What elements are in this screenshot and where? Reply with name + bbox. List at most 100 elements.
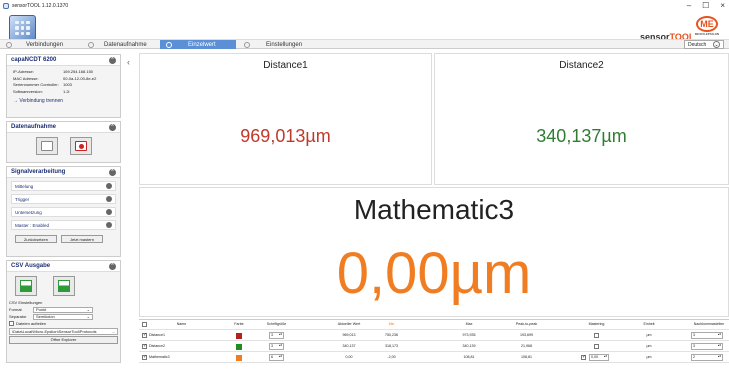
- table-header: Name Farbe Schriftgröße Aktueller Wert M…: [139, 320, 729, 330]
- record-icon: [74, 141, 87, 151]
- signal-item-trigger[interactable]: Trigger: [11, 194, 116, 204]
- close-button[interactable]: ×: [720, 1, 725, 10]
- tab-einstellungen[interactable]: Einstellungen: [238, 40, 318, 49]
- csv-save-button[interactable]: [53, 276, 75, 296]
- mastering-value[interactable]: 0,00: [589, 354, 609, 361]
- csv-export-button[interactable]: [15, 276, 37, 296]
- chevron-down-icon: ⌄: [86, 313, 90, 319]
- row-checkbox[interactable]: [142, 354, 147, 360]
- tab-icon: [88, 41, 94, 48]
- row-current: 969,013: [342, 333, 356, 337]
- signal-item-master[interactable]: Master : Enabled: [11, 220, 116, 230]
- language-select[interactable]: Deutsch ⌄: [684, 40, 724, 49]
- window-title: sensorTOOL 1.12.0.1370: [12, 3, 69, 9]
- csv-save-icon: [58, 280, 70, 292]
- row-checkbox[interactable]: [142, 343, 147, 349]
- collapse-icon[interactable]: ⌃: [109, 262, 116, 270]
- record-button[interactable]: [69, 137, 92, 155]
- display-value: 969,013µm: [240, 126, 331, 146]
- open-explorer-button[interactable]: Öffne Explorer: [9, 336, 118, 344]
- row-max: 340,139: [462, 344, 476, 348]
- select-all-checkbox[interactable]: [142, 322, 147, 327]
- row-name: Distance2: [149, 344, 165, 348]
- play-button[interactable]: [35, 137, 58, 155]
- row-p2p: 108,81: [521, 355, 532, 359]
- row-name: Mathematic3: [149, 355, 170, 359]
- minimize-button[interactable]: –: [687, 1, 691, 10]
- disconnect-link[interactable]: → Verbindung trennen: [7, 98, 120, 108]
- tab-icon: [244, 41, 250, 48]
- display-title: Distance2: [559, 60, 604, 71]
- signal-panel: Signalverarbeitung ⌃ Mittelung Trigger U…: [6, 166, 121, 257]
- font-size-stepper[interactable]: 3: [269, 332, 284, 339]
- chevron-down-icon: ⌄: [86, 306, 90, 312]
- signal-title: Signalverarbeitung: [11, 169, 66, 175]
- row-name: Distance1: [149, 333, 165, 337]
- channel-table: Name Farbe Schriftgröße Aktueller Wert M…: [139, 319, 729, 373]
- display-distance2: Distance2 340,137µm: [434, 53, 729, 185]
- checkbox-icon: [9, 321, 14, 326]
- tab-icon: [6, 41, 12, 48]
- row-color-swatch[interactable]: [236, 333, 242, 339]
- sensortool-window: sensorTOOL 1.12.0.1370 – ☐ × sensorTOOL …: [0, 0, 729, 373]
- micro-epsilon-logo: ME MICRO-EPSILON: [693, 15, 721, 37]
- mastering-checkbox[interactable]: [581, 354, 586, 360]
- mastering-checkbox[interactable]: [594, 333, 599, 338]
- format-select[interactable]: Punkt ⌄: [33, 306, 93, 313]
- row-unit: µm: [646, 344, 652, 348]
- reset-button[interactable]: Zurücksetzen: [15, 235, 57, 243]
- main-nav: Verbindungen Datenaufnahme Einzelwert Ei…: [0, 39, 729, 49]
- row-color-swatch[interactable]: [236, 344, 242, 350]
- split-files-checkbox[interactable]: Dateien aufteilen: [9, 320, 118, 327]
- tab-icon: [166, 41, 172, 48]
- display-value: 0,00µm: [336, 241, 532, 306]
- app-logo-icon: [9, 15, 36, 41]
- display-value: 340,137µm: [536, 126, 627, 146]
- sidebar: capaNCDT 6200 ⌃ IP-Adresse: 169.254.168.1…: [6, 54, 121, 370]
- collapse-icon[interactable]: ⌃: [109, 123, 116, 131]
- row-max: 108,81: [463, 355, 475, 359]
- row-p2p: 21,968: [521, 344, 532, 348]
- row-max: 973,935: [462, 333, 476, 337]
- collapse-icon[interactable]: ⌃: [109, 56, 116, 64]
- chevron-down-icon: ⌄: [713, 41, 720, 48]
- collapse-icon[interactable]: ⌃: [109, 168, 116, 176]
- separator-select[interactable]: Semikolon ⌄: [33, 313, 93, 320]
- master-now-button[interactable]: Jetzt mastern: [61, 235, 103, 243]
- row-unit: µm: [646, 355, 652, 359]
- collapse-sidebar-icon[interactable]: ‹: [127, 57, 130, 67]
- maximize-button[interactable]: ☐: [702, 1, 709, 10]
- font-size-stepper[interactable]: 6: [269, 354, 284, 361]
- datenaufnahme-panel: Datenaufnahme ⌃: [6, 121, 121, 163]
- mastering-checkbox[interactable]: [594, 344, 599, 349]
- row-p2p: 193,699: [520, 333, 533, 337]
- decimals-stepper[interactable]: 3: [691, 332, 723, 339]
- expand-icon: [106, 183, 112, 189]
- row-checkbox[interactable]: [142, 332, 147, 338]
- row-color-swatch[interactable]: [236, 355, 242, 361]
- row-min: 750,236: [385, 333, 398, 337]
- browse-button[interactable]: ...: [112, 329, 115, 335]
- signal-item-untersetzung[interactable]: Untersetzung: [11, 207, 116, 217]
- font-size-stepper[interactable]: 3: [269, 343, 284, 350]
- row-current: 0,00: [345, 355, 353, 359]
- expand-icon: [106, 209, 112, 215]
- tab-verbindungen[interactable]: Verbindungen: [0, 40, 80, 49]
- device-title: capaNCDT 6200: [11, 57, 57, 63]
- tab-datenaufnahme[interactable]: Datenaufnahme: [82, 40, 158, 49]
- decimals-stepper[interactable]: 3: [691, 343, 723, 350]
- csv-title: CSV Ausgabe: [11, 263, 51, 269]
- datenaufnahme-title: Datenaufnahme: [11, 124, 57, 130]
- row-current: 340,137: [342, 344, 356, 348]
- path-input[interactable]: \Data\Local\Micro-Epsilon\SensorTool\Pro…: [9, 328, 118, 335]
- csv-export-icon: [20, 280, 32, 292]
- row-unit: µm: [646, 333, 652, 337]
- display-title: Distance1: [263, 60, 308, 71]
- row-min: 318,173: [385, 344, 398, 348]
- decimals-stepper[interactable]: 2: [691, 354, 723, 361]
- tab-einzelwert[interactable]: Einzelwert: [160, 40, 236, 49]
- title-bar: sensorTOOL 1.12.0.1370 – ☐ ×: [0, 0, 729, 12]
- signal-item-mittelung[interactable]: Mittelung: [11, 181, 116, 191]
- display-mathematic3: Mathematic3 0,00µm: [139, 187, 729, 317]
- table-row: Distance1 3 969,013 750,236 973,935 193,699 µm…: [139, 331, 729, 341]
